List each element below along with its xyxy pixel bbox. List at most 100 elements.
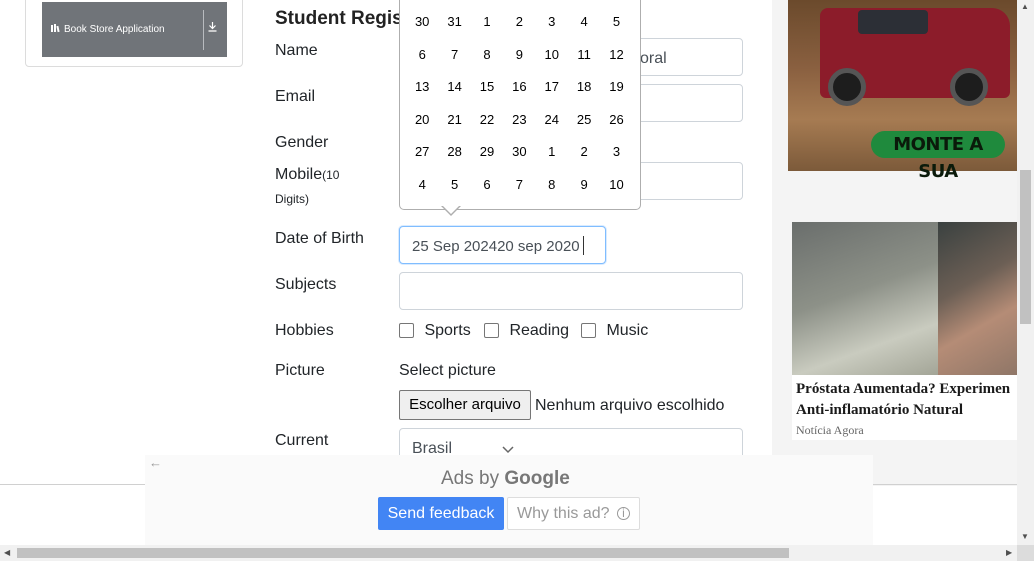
calendar-day[interactable]: 6 <box>471 169 503 202</box>
calendar-day[interactable]: 17 <box>536 71 568 104</box>
calendar-day[interactable]: 19 <box>600 71 632 104</box>
horizontal-scrollbar-thumb[interactable] <box>17 548 789 558</box>
calendar-day-number: 3 <box>612 144 621 160</box>
calendar-day-number: 29 <box>479 144 495 160</box>
scroll-down-icon[interactable]: ▼ <box>1021 532 1029 541</box>
calendar-day[interactable]: 8 <box>536 169 568 202</box>
calendar-day[interactable]: 2 <box>568 136 600 169</box>
calendar-day[interactable]: 1 <box>536 136 568 169</box>
download-icon[interactable] <box>208 22 217 35</box>
sports-checkbox[interactable] <box>399 323 414 339</box>
calendar-day[interactable]: 31 <box>438 6 470 39</box>
calendar-day-number: 4 <box>418 176 426 192</box>
article-ad-title-line2: Anti-inflamatório Natural <box>796 402 964 418</box>
calendar-day[interactable]: 5 <box>438 169 470 202</box>
calendar-day[interactable]: 8 <box>471 39 503 72</box>
calendar-day-number: 2 <box>515 14 523 29</box>
calendar-day[interactable]: 29 <box>471 136 503 169</box>
calendar-day[interactable]: 25 <box>568 104 600 137</box>
calendar-day[interactable]: 4 <box>568 6 600 39</box>
calendar-day[interactable]: 22 <box>471 104 503 137</box>
calendar-day-number: 15 <box>479 79 495 95</box>
calendar-day[interactable]: 9 <box>568 169 600 202</box>
calendar-day[interactable]: 1 <box>471 6 503 39</box>
hobby-sports[interactable]: Sports <box>399 322 471 340</box>
calendar-day[interactable]: 10 <box>600 169 632 202</box>
calendar-day[interactable]: 11 <box>568 39 600 72</box>
calendar-day-number: 22 <box>479 111 495 127</box>
truck-ad-cta[interactable]: MONTE A SUA <box>871 131 1005 182</box>
calendar-day[interactable]: 9 <box>503 39 535 72</box>
calendar-day-number: 2 <box>580 144 588 160</box>
calendar-day[interactable]: 30 <box>406 6 438 39</box>
name-field-value: oral <box>640 50 667 67</box>
article-ad-title-line1: Próstata Aumentada? Experimen <box>796 381 1011 397</box>
back-arrow-icon[interactable]: ← <box>149 455 162 470</box>
mobile-label-text: Mobile <box>275 166 323 183</box>
mobile-hint: (10 <box>322 168 340 182</box>
calendar-day[interactable]: 3 <box>600 136 632 169</box>
calendar-day[interactable]: 7 <box>438 39 470 72</box>
calendar-day-number: 8 <box>483 46 491 62</box>
calendar-day-number: 11 <box>577 46 591 62</box>
calendar-day-number: 25 <box>576 111 592 127</box>
calendar-day[interactable]: 7 <box>503 169 535 202</box>
vertical-scrollbar-thumb[interactable] <box>1020 170 1031 324</box>
calendar-day-number: 7 <box>515 176 523 192</box>
calendar-day-number: 23 <box>512 111 527 127</box>
hobby-reading[interactable]: Reading <box>484 322 569 340</box>
calendar-day[interactable]: 13 <box>406 71 438 104</box>
calendar-day[interactable]: 15 <box>471 71 503 104</box>
calendar-day[interactable]: 10 <box>536 39 568 72</box>
subjects-label: Subjects <box>275 276 337 293</box>
calendar-day[interactable]: 21 <box>438 104 470 137</box>
calendar-day[interactable]: 26 <box>600 104 632 137</box>
calendar-day-number: 12 <box>609 46 624 62</box>
current-label: Current <box>275 432 329 449</box>
calendar-day-number: 7 <box>450 46 459 62</box>
calendar-day-number: 14 <box>447 79 462 95</box>
calendar-day-number: 10 <box>609 176 624 192</box>
calendar-day[interactable]: 18 <box>568 71 600 104</box>
calendar-day[interactable]: 16 <box>503 71 535 104</box>
calendar-day[interactable]: 2 <box>503 6 535 39</box>
scroll-up-icon[interactable]: ▲ <box>1021 2 1029 11</box>
book-store-application-label: Book Store Application <box>64 24 165 35</box>
calendar-day-number: 26 <box>609 111 624 127</box>
calendar-day[interactable]: 14 <box>438 71 470 104</box>
calendar-day-number: 6 <box>418 46 426 62</box>
book-store-application-item[interactable]: Book Store Application <box>42 2 227 57</box>
calendar-day[interactable]: 27 <box>406 136 438 169</box>
calendar-day-number: 24 <box>544 111 559 127</box>
calendar-day[interactable]: 30 <box>503 136 535 169</box>
reading-checkbox[interactable] <box>484 323 499 339</box>
why-this-ad-button[interactable]: Why this ad? i <box>507 497 640 530</box>
calendar-day[interactable]: 28 <box>438 136 470 169</box>
article-ad-title[interactable]: Próstata Aumentada? Experimen Anti-infla… <box>796 379 1021 421</box>
calendar-day-number: 19 <box>609 79 624 95</box>
music-checkbox[interactable] <box>581 323 596 339</box>
calendar-day-number: 8 <box>548 176 556 192</box>
calendar-day[interactable]: 4 <box>406 169 438 202</box>
subjects-input[interactable] <box>399 272 743 310</box>
scroll-right-icon[interactable]: ▶ <box>1006 548 1012 557</box>
send-feedback-button[interactable]: Send feedback <box>378 497 504 530</box>
date-picker-pointer-fill <box>442 205 460 214</box>
hobby-music[interactable]: Music <box>581 322 648 340</box>
date-of-birth-input[interactable]: 25 Sep 202420 sep 2020 <box>399 226 606 264</box>
calendar-day[interactable]: 3 <box>536 6 568 39</box>
calendar-day-number: 6 <box>483 176 491 192</box>
scroll-left-icon[interactable]: ◀ <box>4 548 10 557</box>
book-icon <box>50 23 60 36</box>
calendar-day[interactable]: 5 <box>600 6 632 39</box>
calendar-day[interactable]: 24 <box>536 104 568 137</box>
calendar-day[interactable]: 20 <box>406 104 438 137</box>
why-this-ad-label: Why this ad? <box>517 505 610 522</box>
calendar-day[interactable]: 6 <box>406 39 438 72</box>
dob-label: Date of Birth <box>275 230 364 247</box>
calendar-day[interactable]: 12 <box>600 39 632 72</box>
calendar-day-number: 10 <box>544 46 559 62</box>
calendar-day[interactable]: 23 <box>503 104 535 137</box>
info-icon: i <box>616 507 630 520</box>
choose-file-button[interactable]: Escolher arquivo <box>399 390 531 420</box>
